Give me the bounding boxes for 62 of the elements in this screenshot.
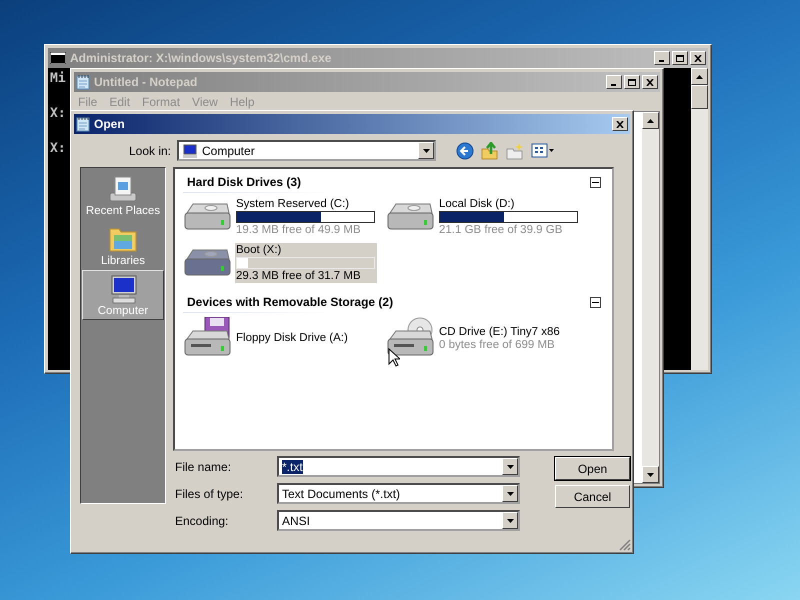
place-item[interactable]: Libraries (82, 220, 164, 270)
maximize-button[interactable] (624, 75, 640, 89)
window-title: Open (94, 117, 126, 131)
group-title: Devices with Removable Storage (2) (187, 295, 394, 309)
drive-item[interactable]: Local Disk (D:) 21.1 GB free of 39.9 GB (438, 197, 580, 237)
file-name-field[interactable]: *.txt (277, 456, 520, 477)
notepad-icon (76, 74, 90, 90)
place-item[interactable]: Recent Places (82, 170, 164, 220)
maximize-icon (628, 78, 636, 86)
close-button[interactable] (612, 117, 628, 131)
minimize-button[interactable] (606, 75, 622, 89)
up-arrow-icon (696, 74, 703, 78)
close-button[interactable] (690, 51, 706, 65)
look-in-dropdown[interactable]: Computer (177, 140, 436, 161)
close-icon (694, 54, 702, 62)
down-arrow-icon (647, 472, 654, 476)
collapse-button[interactable] (590, 176, 601, 188)
console-icon (50, 52, 66, 64)
back-icon[interactable] (456, 142, 474, 160)
console-line: X: (50, 107, 66, 121)
field-label: File name: (175, 460, 232, 474)
field-label: Files of type: (175, 486, 244, 500)
notepad-icon (76, 116, 90, 132)
mouse-cursor-icon (388, 348, 400, 367)
field-label: Encoding: (175, 514, 230, 528)
dropdown-button[interactable] (502, 485, 518, 502)
drive-item[interactable]: System Reserved (C:) 19.3 MB free of 49.9 MB (235, 197, 377, 237)
close-button[interactable] (642, 75, 658, 89)
file-type-dropdown[interactable]: Text Documents (*.txt) (277, 483, 520, 504)
size-grip-icon[interactable] (619, 539, 631, 551)
console-line: Mi (50, 72, 66, 86)
down-arrow-icon (506, 464, 514, 468)
dropdown-button[interactable] (502, 512, 518, 529)
close-icon (646, 78, 654, 86)
maximize-button[interactable] (672, 51, 688, 65)
computer-icon (182, 144, 198, 158)
scrollbar[interactable] (642, 112, 659, 483)
collapse-button[interactable] (590, 296, 601, 308)
console-line: X: (50, 142, 66, 156)
open-button[interactable]: Open (555, 457, 630, 480)
drive-item[interactable]: CD Drive (E:) Tiny7 x86 0 bytes free of 699 MB (438, 324, 580, 352)
look-in-value: Computer (202, 144, 255, 158)
dropdown-button[interactable] (502, 458, 518, 475)
encoding-dropdown[interactable]: ANSI (277, 510, 520, 531)
window-title: Untitled - Notepad (94, 75, 198, 89)
look-in-label: Look in: (128, 144, 171, 158)
minimize-button[interactable] (654, 51, 670, 65)
scroll-thumb[interactable] (691, 85, 708, 109)
dropdown-button[interactable] (418, 142, 434, 159)
group-title: Hard Disk Drives (3) (187, 175, 302, 189)
scrollbar[interactable] (691, 68, 708, 370)
close-icon (616, 120, 624, 128)
maximize-icon (676, 54, 684, 62)
down-arrow-icon (506, 518, 514, 522)
up-arrow-icon (647, 118, 654, 122)
view-menu-icon[interactable] (531, 142, 555, 158)
drive-item[interactable]: Floppy Disk Drive (A:) (235, 331, 377, 345)
cancel-button[interactable]: Cancel (555, 485, 630, 508)
drive-item[interactable]: Boot (X:) 29.3 MB free of 31.7 MB (235, 243, 377, 283)
down-arrow-icon (506, 492, 514, 496)
down-arrow-icon (422, 148, 430, 152)
window-title: Administrator: X:\windows\system32\cmd.exe (70, 51, 332, 65)
